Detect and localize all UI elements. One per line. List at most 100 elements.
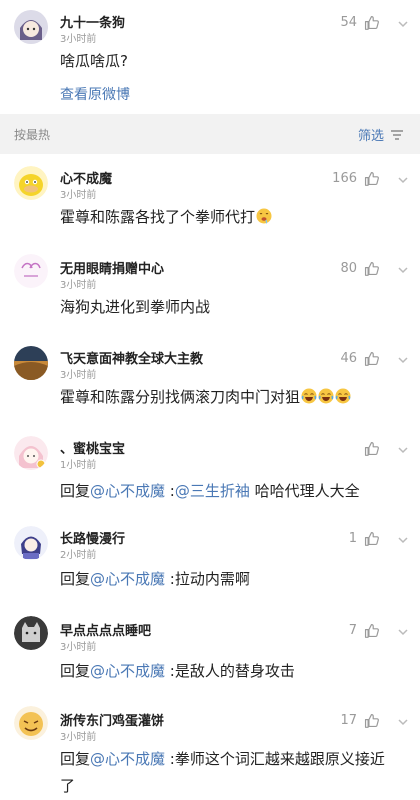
username[interactable]: 长路慢漫行 <box>60 528 125 547</box>
chevron-down-icon[interactable] <box>396 17 410 31</box>
chevron-down-icon[interactable] <box>396 715 410 729</box>
laugh-cry-emoji-icon <box>335 388 351 404</box>
laugh-cry-emoji-icon <box>318 388 334 404</box>
chevron-down-icon[interactable] <box>396 173 410 187</box>
mention-link[interactable]: @心不成魔 <box>90 482 165 500</box>
thumbs-up-icon <box>364 713 379 728</box>
reply-prefix: 回复 <box>60 482 91 500</box>
like-button[interactable] <box>357 440 380 457</box>
username[interactable]: 九十一条狗 <box>60 12 125 31</box>
chevron-down-icon[interactable] <box>396 353 410 367</box>
laugh-cry-emoji-icon <box>301 388 317 404</box>
list-item: 飞天意面神教全球大主教 3小时前 46 霍尊和陈露分别找俩滚刀肉中门对狙 <box>0 334 420 424</box>
list-item: 、蜜桃宝宝 1小时前 回复@心不成魔 :@三生折袖 哈哈代理人大全 <box>0 424 420 518</box>
avatar-cat-icon <box>14 616 48 650</box>
avatar-emoji-face-icon <box>14 706 48 740</box>
thumbs-up-icon <box>364 623 379 638</box>
avatar[interactable] <box>14 254 48 288</box>
reply-prefix: 回复 <box>60 662 91 680</box>
thumbs-up-icon <box>364 15 379 30</box>
avatar-landscape-icon <box>14 346 48 380</box>
avatar-psyduck-icon <box>14 166 48 200</box>
comment-body: 哈哈代理人大全 <box>249 482 360 500</box>
avatar[interactable] <box>14 10 48 44</box>
comment-body: 拉动内需啊 <box>174 570 250 588</box>
like-count: 7 <box>348 623 357 638</box>
like-count: 54 <box>340 15 357 30</box>
like-button[interactable]: 17 <box>340 712 380 729</box>
chevron-down-icon[interactable] <box>396 625 410 639</box>
like-button[interactable]: 166 <box>332 170 380 187</box>
reply-separator: : <box>165 570 175 588</box>
comment-text: 霍尊和陈露分别找俩滚刀肉中门对狙 <box>60 384 410 411</box>
view-original-link[interactable]: 查看原微博 <box>60 84 130 104</box>
like-count: 166 <box>332 171 357 186</box>
username[interactable]: 浙传东门鸡蛋灌饼 <box>60 710 164 729</box>
mention-link[interactable]: @心不成魔 <box>90 750 165 768</box>
list-item: 早点点点点睡吧 3小时前 7 回复@心不成魔 :是敌人的替身攻击 <box>0 608 420 698</box>
timestamp: 3小时前 <box>60 732 97 743</box>
avatar-anime-icon <box>14 526 48 560</box>
avatar[interactable] <box>14 526 48 560</box>
like-button[interactable]: 1 <box>349 530 380 547</box>
avatar[interactable] <box>14 346 48 380</box>
comment-body: 霍尊和陈露各找了个拳师代打 <box>60 208 256 226</box>
list-item: 心不成魔 3小时前 166 霍尊和陈露各找了个拳师代打 <box>0 160 420 248</box>
avatar[interactable] <box>14 616 48 650</box>
timestamp: 3小时前 <box>60 34 97 45</box>
chevron-down-icon[interactable] <box>396 533 410 547</box>
thumbs-up-icon <box>364 261 379 276</box>
reply-prefix: 回复 <box>60 570 91 588</box>
list-item: 浙传东门鸡蛋灌饼 3小时前 17 回复@心不成魔 :拳师这个词汇越来越跟原义接近… <box>0 698 420 800</box>
timestamp: 3小时前 <box>60 190 97 201</box>
thumbs-up-icon <box>364 351 379 366</box>
filter-icon <box>391 129 403 140</box>
chevron-down-icon[interactable] <box>396 263 410 277</box>
drool-emoji-icon <box>256 208 272 224</box>
like-button[interactable]: 80 <box>340 260 380 277</box>
timestamp: 1小时前 <box>60 460 97 471</box>
comment-body: 是敌人的替身攻击 <box>174 662 295 680</box>
thumbs-up-icon <box>364 171 379 186</box>
username[interactable]: 飞天意面神教全球大主教 <box>60 348 203 367</box>
thumbs-up-icon <box>364 441 379 456</box>
thumbs-up-icon <box>364 531 379 546</box>
list-item: 无用眼睛捐赠中心 3小时前 80 海狗丸进化到拳师内战 <box>0 248 420 334</box>
comment-text: 回复@心不成魔 :拉动内需啊 <box>60 566 384 593</box>
comment-body: 霍尊和陈露分别找俩滚刀肉中门对狙 <box>60 388 301 406</box>
comment-text: 回复@心不成魔 :是敌人的替身攻击 <box>60 658 384 685</box>
like-count: 46 <box>340 351 357 366</box>
chevron-down-icon[interactable] <box>396 443 410 457</box>
comment-text: 霍尊和陈露各找了个拳师代打 <box>60 204 384 231</box>
like-button[interactable]: 46 <box>340 350 380 367</box>
avatar[interactable] <box>14 436 48 470</box>
sort-bar: 按最热 筛选 <box>0 114 420 154</box>
comment-text: 回复@心不成魔 :拳师这个词汇越来越跟原义接近了 <box>60 746 394 800</box>
like-button[interactable]: 7 <box>349 622 380 639</box>
like-button[interactable]: 54 <box>340 14 380 31</box>
timestamp: 3小时前 <box>60 642 97 653</box>
filter-button[interactable]: 筛选 <box>358 125 404 144</box>
comment-text: 海狗丸进化到拳师内战 <box>60 298 211 316</box>
mention-link[interactable]: @心不成魔 <box>90 662 165 680</box>
username[interactable]: 、蜜桃宝宝 <box>60 438 125 457</box>
avatar-logo-icon <box>14 254 48 288</box>
avatar-anime-girl-icon <box>14 10 48 44</box>
top-comment: 九十一条狗 3小时前 54 啥瓜啥瓜? 查看原微博 <box>0 0 420 112</box>
like-count: 80 <box>340 261 357 276</box>
sort-label[interactable]: 按最热 <box>14 126 50 143</box>
avatar-anime-girl-icon <box>14 436 48 470</box>
username[interactable]: 无用眼睛捐赠中心 <box>60 258 164 277</box>
timestamp: 3小时前 <box>60 280 97 291</box>
username[interactable]: 心不成魔 <box>60 168 112 187</box>
reply-separator: : <box>165 662 175 680</box>
reply-prefix: 回复 <box>60 750 91 768</box>
avatar[interactable] <box>14 706 48 740</box>
list-item: 长路慢漫行 2小时前 1 回复@心不成魔 :拉动内需啊 <box>0 518 420 608</box>
mention-link[interactable]: @心不成魔 <box>90 570 165 588</box>
like-count: 17 <box>340 713 357 728</box>
comment-text: 啥瓜啥瓜? <box>60 52 128 70</box>
avatar[interactable] <box>14 166 48 200</box>
mention-link[interactable]: @三生折袖 <box>175 482 250 500</box>
username[interactable]: 早点点点点睡吧 <box>60 620 151 639</box>
